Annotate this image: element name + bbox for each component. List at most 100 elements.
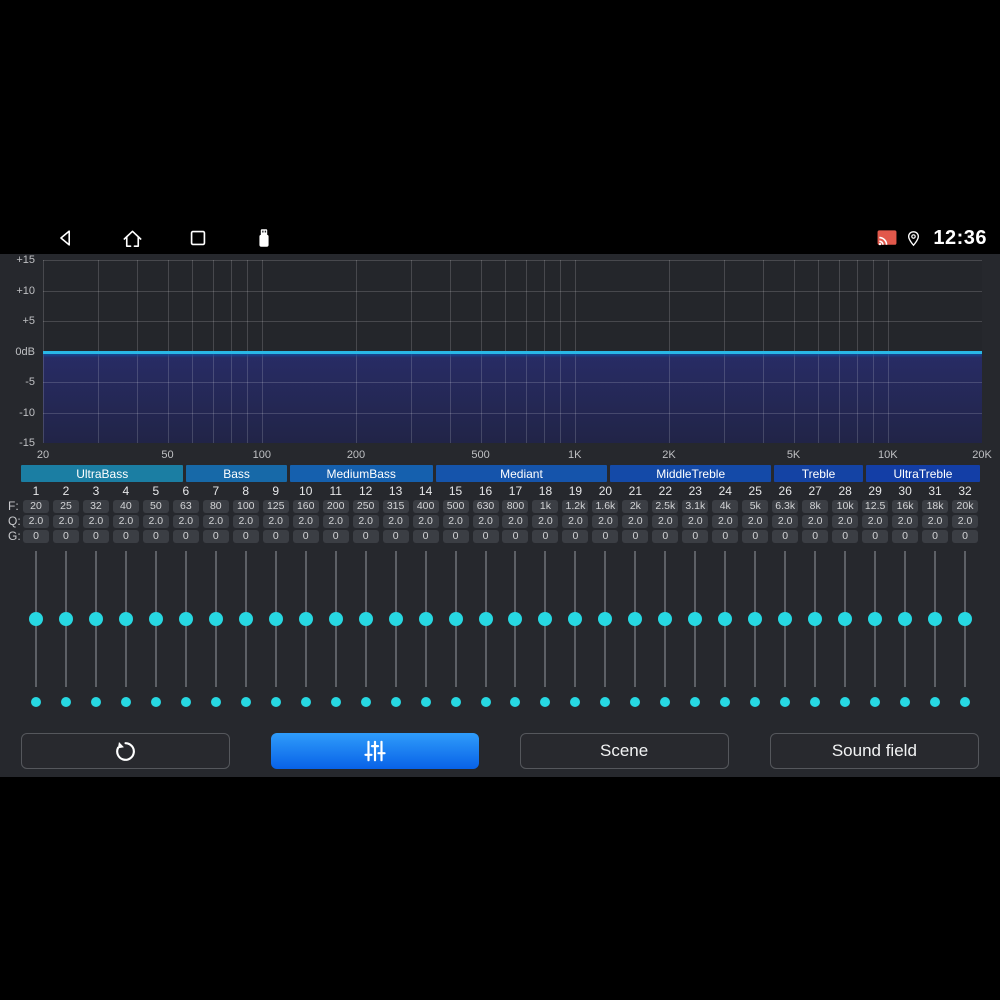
slider-knob[interactable] bbox=[688, 612, 703, 626]
band-number: 16 bbox=[478, 484, 493, 498]
band-column: 16 630 2.0 0 bbox=[471, 484, 501, 543]
slider-knob[interactable] bbox=[268, 612, 283, 626]
band-column: 30 16k 2.0 0 bbox=[890, 484, 920, 543]
slider-knob[interactable] bbox=[808, 612, 823, 626]
slider-knob[interactable] bbox=[538, 612, 553, 626]
slider-knob[interactable] bbox=[508, 612, 523, 626]
slider-knob[interactable] bbox=[178, 612, 193, 626]
gain-slider bbox=[321, 548, 351, 712]
freq-value: 2k bbox=[622, 500, 649, 513]
recents-button[interactable] bbox=[186, 226, 210, 250]
band-group-middletreble: MiddleTreble bbox=[610, 465, 772, 482]
band-number: 31 bbox=[928, 484, 942, 498]
slider-dot bbox=[540, 697, 551, 707]
slider-knob[interactable] bbox=[148, 612, 163, 626]
band-group-ultratreble: UltraTreble bbox=[865, 465, 981, 482]
freq-value: 1.2k bbox=[562, 500, 589, 513]
slider-knob[interactable] bbox=[958, 612, 973, 626]
gain-slider bbox=[471, 548, 501, 712]
response-line bbox=[43, 350, 982, 354]
q-value: 2.0 bbox=[262, 515, 289, 528]
gain-slider bbox=[291, 548, 321, 712]
slider-dot bbox=[210, 697, 221, 707]
freq-value: 5k bbox=[742, 500, 769, 513]
slider-knob[interactable] bbox=[838, 612, 853, 626]
gain-slider bbox=[890, 548, 920, 712]
slider-dot bbox=[420, 697, 431, 707]
gain-slider bbox=[530, 548, 560, 712]
slider-dot bbox=[750, 697, 761, 707]
scene-button[interactable]: Scene bbox=[519, 733, 729, 769]
gain-slider bbox=[830, 548, 860, 712]
gain-slider bbox=[860, 548, 890, 712]
slider-dot bbox=[630, 697, 641, 707]
slider-knob[interactable] bbox=[868, 612, 883, 626]
slider-knob[interactable] bbox=[88, 612, 103, 626]
band-column: 6 63 2.0 0 bbox=[171, 484, 201, 543]
slider-knob[interactable] bbox=[898, 612, 913, 626]
home-button[interactable] bbox=[120, 226, 144, 250]
band-group-bass: Bass bbox=[186, 465, 287, 482]
band-column: 24 4k 2.0 0 bbox=[710, 484, 740, 543]
gain-value: 0 bbox=[532, 530, 559, 543]
gain-value: 0 bbox=[712, 530, 739, 543]
back-button[interactable] bbox=[54, 226, 78, 250]
gain-slider bbox=[920, 548, 950, 712]
band-column: 32 20k 2.0 0 bbox=[950, 484, 980, 543]
band-group-mediant: Mediant bbox=[435, 465, 608, 482]
gain-slider bbox=[620, 548, 650, 712]
slider-knob[interactable] bbox=[28, 612, 43, 626]
freq-value: 16k bbox=[892, 500, 919, 513]
slider-knob[interactable] bbox=[238, 612, 253, 626]
slider-knob[interactable] bbox=[628, 612, 643, 626]
sound-field-button[interactable]: Sound field bbox=[769, 733, 979, 769]
q-value: 2.0 bbox=[322, 515, 349, 528]
band-column: 29 12.5 2.0 0 bbox=[860, 484, 890, 543]
band-column: 14 400 2.0 0 bbox=[411, 484, 441, 543]
reset-button[interactable] bbox=[21, 733, 231, 769]
gain-value: 0 bbox=[832, 530, 859, 543]
slider-knob[interactable] bbox=[718, 612, 733, 626]
freq-value: 160 bbox=[292, 500, 319, 513]
band-number: 23 bbox=[688, 484, 702, 498]
band-number: 4 bbox=[122, 484, 130, 498]
slider-dot bbox=[120, 697, 131, 707]
freq-value: 1k bbox=[532, 500, 559, 513]
freq-value: 100 bbox=[232, 500, 259, 513]
usb-button[interactable] bbox=[252, 226, 276, 250]
slider-knob[interactable] bbox=[58, 612, 73, 626]
slider-knob[interactable] bbox=[778, 612, 793, 626]
slider-knob[interactable] bbox=[328, 612, 343, 626]
plot-area bbox=[43, 260, 982, 443]
slider-dot bbox=[960, 697, 971, 707]
q-value: 2.0 bbox=[382, 515, 409, 528]
q-value: 2.0 bbox=[952, 515, 979, 528]
slider-knob[interactable] bbox=[748, 612, 763, 626]
gain-value: 0 bbox=[232, 530, 259, 543]
gain-value: 0 bbox=[262, 530, 289, 543]
freq-value: 50 bbox=[142, 500, 169, 513]
equalizer-button[interactable] bbox=[271, 733, 479, 769]
band-column: 21 2k 2.0 0 bbox=[620, 484, 650, 543]
slider-knob[interactable] bbox=[448, 612, 463, 626]
x-tick-label: 5K bbox=[786, 449, 801, 461]
slider-knob[interactable] bbox=[118, 612, 133, 626]
slider-knob[interactable] bbox=[568, 612, 583, 626]
slider-knob[interactable] bbox=[928, 612, 943, 626]
usb-icon bbox=[259, 229, 269, 247]
gain-value: 0 bbox=[862, 530, 889, 543]
slider-knob[interactable] bbox=[388, 612, 403, 626]
slider-knob[interactable] bbox=[358, 612, 373, 626]
slider-knob[interactable] bbox=[598, 612, 613, 626]
gain-slider bbox=[381, 548, 411, 712]
slider-knob[interactable] bbox=[298, 612, 313, 626]
q-value: 2.0 bbox=[922, 515, 949, 528]
slider-knob[interactable] bbox=[208, 612, 223, 626]
band-column: 22 2.5k 2.0 0 bbox=[650, 484, 680, 543]
recents-icon bbox=[190, 230, 206, 246]
band-number: 9 bbox=[272, 484, 280, 498]
slider-knob[interactable] bbox=[418, 612, 433, 626]
gain-slider bbox=[21, 548, 51, 712]
slider-knob[interactable] bbox=[478, 612, 493, 626]
slider-knob[interactable] bbox=[658, 612, 673, 626]
